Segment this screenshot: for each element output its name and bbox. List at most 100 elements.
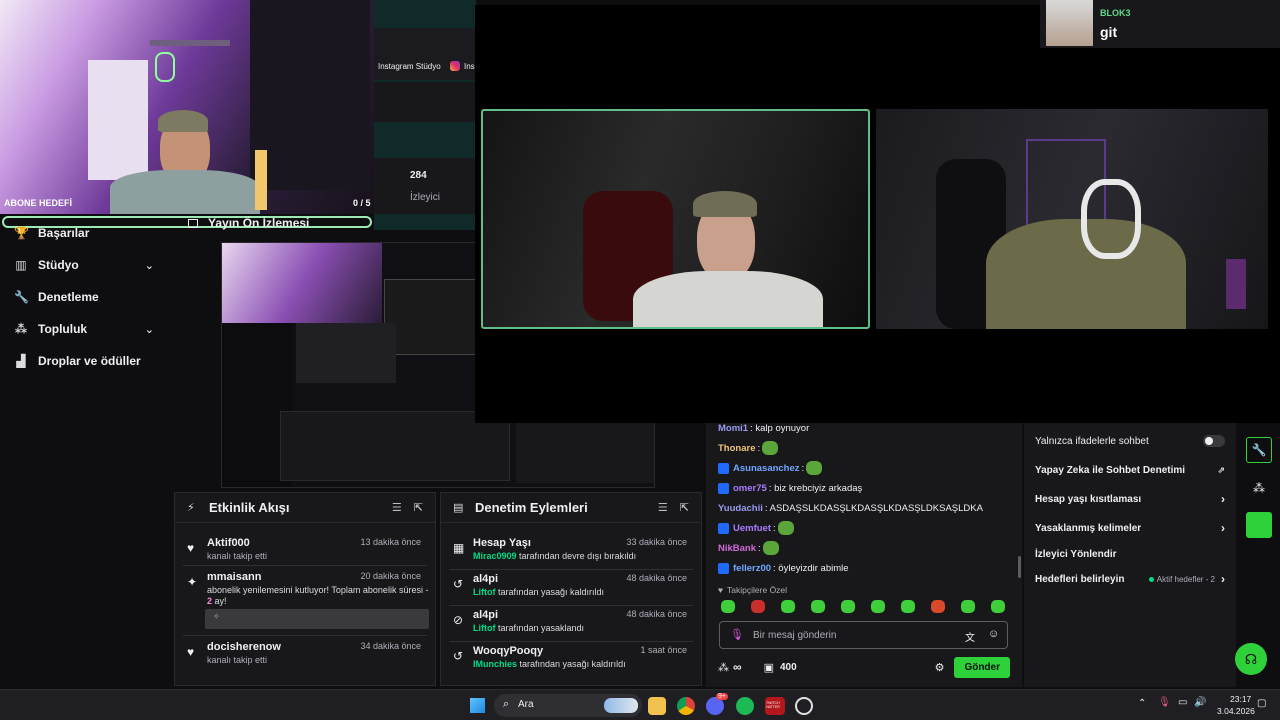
emote-picker-icon[interactable]: [991, 600, 1005, 613]
sidebar-item-label: Denetleme: [38, 290, 99, 304]
mod-sep: [449, 641, 693, 642]
chat-username[interactable]: Uemfuet: [733, 523, 771, 534]
chat-username[interactable]: NikBank: [718, 543, 756, 554]
chat-message[interactable]: Uemfuet:: [718, 521, 794, 535]
translate-icon[interactable]: 文: [965, 629, 975, 644]
viewer-redirect-row[interactable]: İzleyici Yönlendir: [1035, 547, 1225, 561]
heart-icon: ♥: [718, 585, 724, 595]
filter-icon[interactable]: ☰: [392, 501, 402, 514]
clock-time[interactable]: 23:17: [1230, 694, 1251, 704]
studio-icon: ▥: [15, 258, 27, 272]
chat-message[interactable]: Asunasanchez:: [718, 461, 823, 475]
headset-support-icon[interactable]: ☊: [1235, 643, 1267, 675]
filter-icon[interactable]: ☰: [658, 501, 668, 514]
chat-message[interactable]: Thonare:: [718, 441, 779, 455]
ai-moderation-row[interactable]: Yapay Zeka ile Sohbet Denetimi ⇗: [1035, 463, 1225, 477]
instagram-icon: [450, 61, 460, 71]
bolt-icon: ⚡: [187, 502, 195, 514]
sparkle-icon: ✧: [213, 612, 220, 621]
tray-mic-icon[interactable]: 🎙: [1158, 697, 1171, 708]
obs-icon[interactable]: [795, 697, 813, 715]
active-goals-indicator: Aktif hedefler - 2: [1148, 575, 1215, 584]
emote-icon: [762, 441, 779, 455]
clock-date[interactable]: 3.04.2026: [1217, 706, 1255, 716]
sidebar-item-3[interactable]: ⁂ Topluluk ⌄: [0, 314, 170, 344]
sidebar-item-2[interactable]: 🔧 Denetleme: [0, 282, 170, 312]
banned-words-row[interactable]: Yasaklanmış kelimeler ›: [1035, 521, 1225, 535]
mod-action-item[interactable]: ↺ al4pi 48 dakika önce Liftof tarafından ya…: [449, 573, 693, 601]
set-goals-row[interactable]: Hedefleri belirleyin Aktif hedefler - 2 …: [1035, 572, 1225, 586]
sidebar-item-0[interactable]: 🏆 Başarılar: [0, 218, 170, 248]
emote-picker-icon[interactable]: [961, 600, 975, 613]
sidebar-item-1[interactable]: ▥ Stüdyo ⌄: [0, 250, 170, 280]
mod-sep: [449, 569, 693, 570]
twitch-hatter-icon[interactable]: TWITCH HATTER: [765, 697, 785, 715]
mic-icon[interactable]: 🎙: [730, 628, 744, 641]
emote-only-row[interactable]: Yalnızca ifadelerle sohbet: [1035, 434, 1225, 448]
mod-action-item[interactable]: ↺ WooqyPooqy 1 saat önce IMunchies tarafınd…: [449, 645, 693, 673]
people-icon[interactable]: ⁂: [718, 661, 729, 674]
settings-gear-icon[interactable]: ⚙: [935, 661, 945, 674]
sidebar-item-4[interactable]: ▟ Droplar ve ödüller: [0, 346, 170, 376]
sidebar-item-label: Topluluk: [38, 322, 88, 336]
emote-picker-icon[interactable]: [811, 600, 825, 613]
chat-username[interactable]: omer75: [733, 483, 767, 494]
guest1-cap: [693, 191, 757, 217]
emote-picker-icon[interactable]: [751, 600, 765, 613]
chat-message[interactable]: Yuudachii: ASDAŞSLKDASŞLKDASŞLKDASŞLDKSA…: [718, 501, 983, 515]
chrome-icon[interactable]: [677, 697, 695, 715]
chat-scrollbar[interactable]: [1018, 556, 1021, 578]
tray-volume-icon[interactable]: 🔊: [1194, 697, 1206, 708]
wrench-action-icon[interactable]: 🔧: [1246, 437, 1272, 463]
activity-feed-panel: ⚡ Etkinlik Akışı ☰ ⇱ ♥ Aktif000 13 dakika …: [174, 492, 436, 686]
tray-network-icon[interactable]: ▭: [1178, 697, 1187, 708]
chat-username[interactable]: Thonare: [718, 443, 755, 454]
emote-picker-icon[interactable]: [901, 600, 915, 613]
emoji-icon[interactable]: ☺: [988, 628, 999, 640]
spotify-icon[interactable]: [736, 697, 754, 715]
chat-message[interactable]: omer75: biz krebciyiz arkadaş: [718, 481, 862, 495]
chat-message[interactable]: Momi1: kalp oynuyor: [718, 421, 809, 435]
file-explorer-icon[interactable]: [648, 697, 666, 715]
top-strip: Instagram Stüdyo Ins ın 284 İzleyici: [374, 0, 756, 230]
taskbar-search[interactable]: ⌕ Ara: [494, 694, 642, 717]
notification-icon[interactable]: ▢: [1257, 698, 1266, 709]
tray-chevron-icon[interactable]: ⌃: [1138, 698, 1146, 709]
activity-item-sub: kanalı takip etti: [207, 551, 268, 561]
emote-picker-icon[interactable]: [841, 600, 855, 613]
mod-action-item[interactable]: ▦ Hesap Yaşı 33 dakika önce Mirac0909 taraf…: [449, 537, 693, 565]
search-icon: ⌕: [503, 698, 510, 710]
popout-icon[interactable]: ⇱: [414, 501, 423, 514]
green-app-icon[interactable]: [1246, 512, 1272, 538]
viewer-count: 284: [410, 170, 427, 181]
mod-action-sub: Liftof tarafından yasaklandı: [473, 623, 585, 633]
gift-icon[interactable]: ▣: [764, 661, 774, 674]
emote-picker-icon[interactable]: [781, 600, 795, 613]
windows-start-icon[interactable]: [470, 698, 485, 713]
activity-item[interactable]: ♥ docisherenow 34 dakika önce kanalı takip …: [183, 641, 427, 669]
chat-username[interactable]: Momi1: [718, 423, 748, 434]
emote-picker-icon[interactable]: [931, 600, 945, 613]
chat-username[interactable]: Yuudachii: [718, 503, 763, 514]
community-action-icon[interactable]: ⁂: [1246, 475, 1272, 501]
preview-webcam: [222, 243, 382, 323]
send-button[interactable]: Gönder: [954, 656, 1010, 678]
call-window: [475, 5, 1280, 423]
popout-icon[interactable]: ⇱: [680, 501, 689, 514]
instagram-studio-link[interactable]: Instagram Stüdyo: [378, 62, 441, 71]
chat-input[interactable]: 🎙 Bir mesaj gönderin 文 ☺: [719, 621, 1008, 649]
activity-feed-title: Etkinlik Akışı: [209, 500, 290, 515]
mod-action-item[interactable]: ⊘ al4pi 48 dakika önce Liftof tarafından ya…: [449, 609, 693, 637]
chat-username[interactable]: Asunasanchez: [733, 463, 800, 474]
account-age-row[interactable]: Hesap yaşı kısıtlaması ›: [1035, 492, 1225, 506]
emote-picker-icon[interactable]: [871, 600, 885, 613]
emote-only-toggle[interactable]: [1203, 435, 1225, 447]
activity-item[interactable]: ♥ Aktif000 13 dakika önce kanalı takip etti: [183, 537, 427, 565]
sidebar-item-label: Başarılar: [38, 226, 90, 240]
emote-picker-icon[interactable]: [721, 600, 735, 613]
chat-username[interactable]: fellerz00: [733, 563, 771, 574]
activity-item[interactable]: ✦ mmaisann 20 dakika önce abonelik yenileme…: [183, 571, 429, 633]
chat-message[interactable]: NikBank:: [718, 541, 779, 555]
sub-goal-count: 0 / 5: [353, 198, 371, 208]
chat-message[interactable]: fellerz00: öyleyizdir abimle: [718, 561, 849, 575]
